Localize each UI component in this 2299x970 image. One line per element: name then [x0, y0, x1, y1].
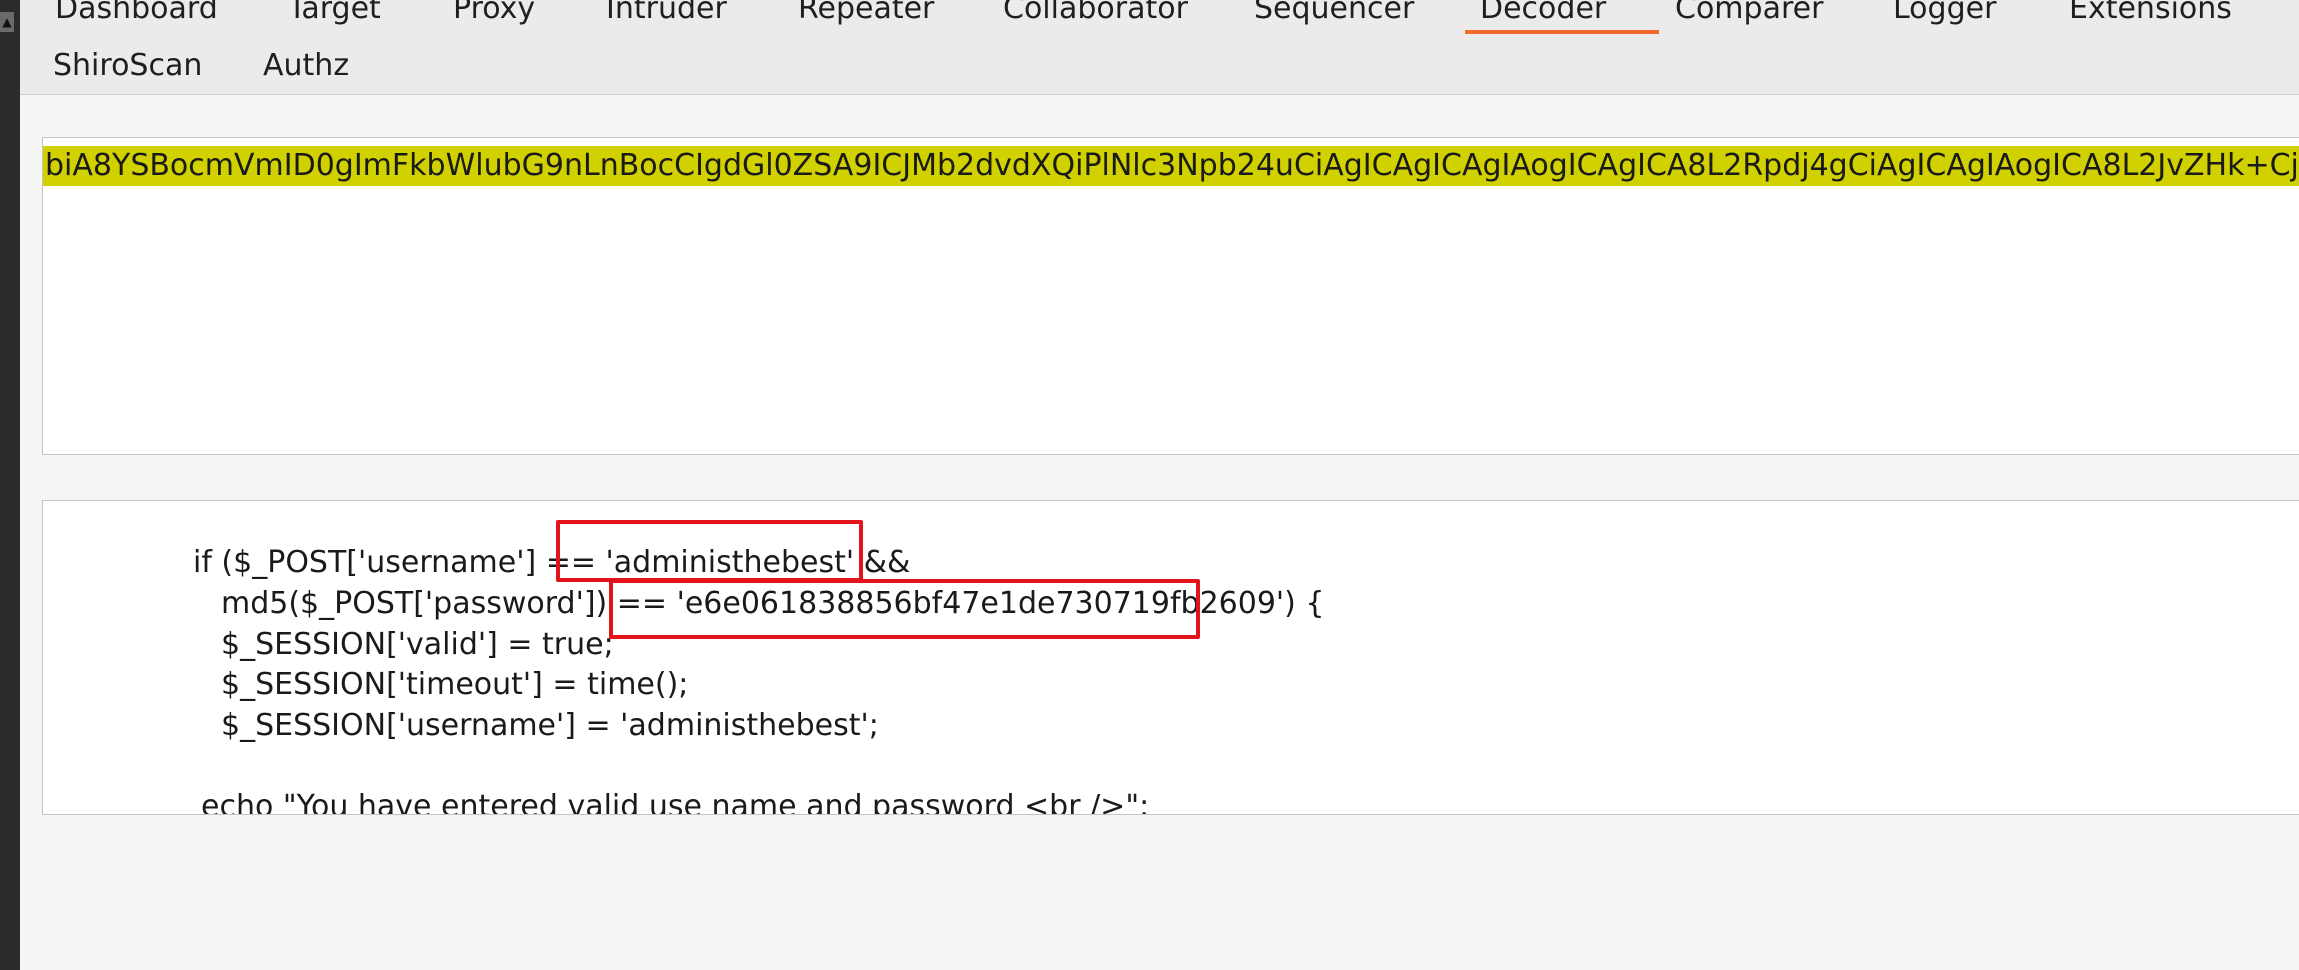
username-highlight-box — [556, 520, 863, 582]
tab-comparer[interactable]: Comparer — [1675, 0, 1823, 24]
decoded-output-text[interactable]: if ($_POST['username'] == 'administhebes… — [43, 501, 2299, 815]
tab-sequencer[interactable]: Sequencer — [1254, 0, 1414, 24]
tab-proxy[interactable]: Proxy — [453, 0, 535, 24]
tab-decoder[interactable]: Decoder — [1480, 0, 1606, 24]
code-line-3: $_SESSION['valid'] = true; — [221, 627, 614, 662]
code-line-4: $_SESSION['timeout'] = time(); — [221, 667, 689, 702]
tab-authz[interactable]: Authz — [263, 51, 349, 81]
tab-repeater[interactable]: Repeater — [798, 0, 934, 24]
password-hash-highlight-box — [609, 579, 1200, 639]
window-edge-icon: ▲ — [0, 12, 14, 32]
tab-logger[interactable]: Logger — [1893, 0, 1996, 24]
left-window-edge: ▲ — [0, 0, 20, 970]
tab-collaborator[interactable]: Collaborator — [1003, 0, 1188, 24]
encoded-input-text[interactable]: biA8YSBocmVmID0gImFkbWlubG9nLnBocCIgdGl0… — [43, 146, 2299, 186]
code-line-6: echo "You have entered valid use name an… — [201, 789, 1150, 815]
tab-dashboard[interactable]: Dashboard — [55, 0, 218, 24]
active-tab-indicator — [1465, 30, 1659, 34]
code-line-5: $_SESSION['username'] = 'administhebest'… — [221, 708, 879, 743]
tab-target[interactable]: Target — [288, 0, 381, 24]
tab-extensions[interactable]: Extensions — [2069, 0, 2232, 24]
tab-intruder[interactable]: Intruder — [606, 0, 727, 24]
decoder-input-panel[interactable]: biA8YSBocmVmID0gImFkbWlubG9nLnBocCIgdGl0… — [42, 137, 2299, 455]
tab-shiroscan[interactable]: ShiroScan — [53, 51, 202, 81]
decoder-output-panel[interactable]: if ($_POST['username'] == 'administhebes… — [42, 500, 2299, 815]
main-tab-bar: Dashboard Target Proxy Intruder Repeater… — [20, 0, 2299, 95]
